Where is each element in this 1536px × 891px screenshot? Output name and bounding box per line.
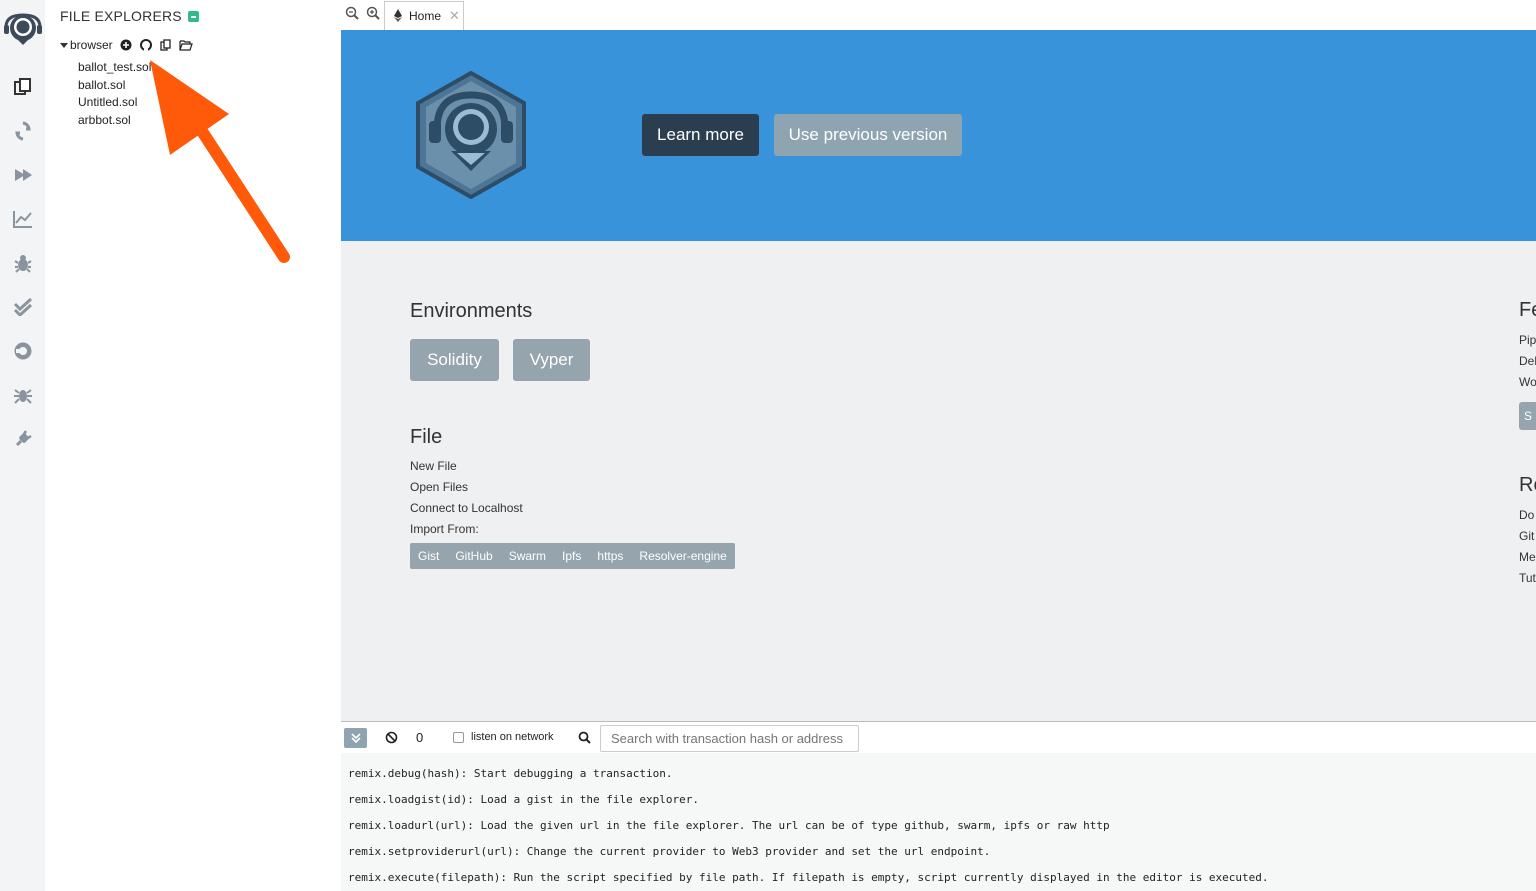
import-gist-button[interactable]: Gist: [410, 549, 447, 563]
deploy-icon[interactable]: [12, 164, 34, 186]
pending-tx-count: 0: [416, 730, 424, 745]
file-explorer-panel: FILE EXPLORERS browser ballot_test.sol b…: [45, 0, 341, 891]
file-item[interactable]: ballot_test.sol: [78, 59, 151, 77]
listen-checkbox[interactable]: [453, 731, 464, 743]
terminal-output: remix.debug(hash): Start debugging a tra…: [341, 753, 1536, 891]
panel-title: FILE EXPLORERS: [60, 8, 199, 24]
import-ipfs-button[interactable]: Ipfs: [554, 549, 589, 563]
zoom-out-icon[interactable]: [344, 5, 360, 21]
plugin-manager-icon[interactable]: [12, 428, 34, 450]
file-item[interactable]: Untitled.sol: [78, 94, 151, 112]
remix-hex-logo-icon: [416, 71, 526, 199]
plugin-bug-icon[interactable]: [12, 384, 34, 406]
terminal-toggle-button[interactable]: [344, 728, 367, 748]
double-chevron-down-icon: [350, 733, 361, 744]
zoom-in-icon[interactable]: [365, 5, 381, 21]
browser-folder-row[interactable]: browser: [60, 38, 193, 52]
terminal-line: remix.setproviderurl(url): Change the cu…: [348, 845, 991, 858]
copy-icon[interactable]: [159, 38, 173, 52]
import-from-label: Import From:: [410, 522, 479, 536]
environments-heading: Environments: [410, 300, 533, 322]
file-explorer-icon[interactable]: [12, 76, 34, 98]
use-previous-version-button[interactable]: Use previous version: [774, 114, 962, 156]
resources-item[interactable]: Do: [1519, 508, 1536, 522]
close-icon[interactable]: ✕: [449, 8, 460, 24]
terminal-line: remix.debug(hash): Start debugging a tra…: [348, 767, 673, 780]
listen-label: listen on network: [471, 731, 554, 743]
clear-terminal-icon[interactable]: [385, 731, 398, 744]
import-swarm-button[interactable]: Swarm: [501, 549, 554, 563]
analysis-icon[interactable]: [12, 208, 34, 230]
featured-button[interactable]: S: [1519, 402, 1536, 430]
file-list: ballot_test.sol ballot.sol Untitled.sol …: [78, 59, 151, 129]
browser-folder-label[interactable]: browser: [70, 38, 113, 52]
import-sources-bar: Gist GitHub Swarm Ipfs https Resolver-en…: [410, 543, 735, 569]
search-icon: [578, 731, 591, 744]
icon-panel: [0, 0, 45, 891]
file-heading: File: [410, 426, 443, 448]
home-hero: Learn more Use previous version: [341, 30, 1536, 241]
solidity-button[interactable]: Solidity: [410, 339, 499, 381]
terminal-line: remix.loadgist(id): Load a gist in the f…: [348, 793, 699, 806]
learn-more-button[interactable]: Learn more: [642, 114, 759, 156]
open-files-link[interactable]: Open Files: [410, 480, 468, 494]
listen-network-toggle[interactable]: listen on network: [453, 731, 554, 743]
featured-item[interactable]: Wo: [1519, 375, 1536, 389]
resources-item[interactable]: Git: [1519, 529, 1536, 543]
terminal-toolbar: 0 listen on network: [341, 721, 1536, 753]
resources-item[interactable]: Tut: [1519, 571, 1536, 585]
panel-badge-icon: [187, 11, 199, 22]
new-file-link[interactable]: New File: [410, 459, 457, 473]
import-resolver-engine-button[interactable]: Resolver-engine: [631, 549, 734, 563]
resources-heading: Re: [1519, 474, 1536, 496]
import-github-button[interactable]: GitHub: [447, 549, 500, 563]
connect-localhost-link[interactable]: Connect to Localhost: [410, 501, 523, 515]
vyper-button[interactable]: Vyper: [513, 339, 590, 381]
remix-logo-icon[interactable]: [3, 12, 43, 48]
caret-down-icon[interactable]: [60, 42, 68, 48]
file-item[interactable]: ballot.sol: [78, 77, 151, 95]
tab-bar: Home ✕: [341, 0, 1536, 30]
open-folder-icon[interactable]: [179, 38, 193, 52]
github-icon[interactable]: [139, 38, 153, 52]
create-file-icon[interactable]: [119, 38, 133, 52]
tab-home-label[interactable]: Home: [409, 9, 441, 23]
featured-item[interactable]: Pip: [1519, 333, 1536, 347]
tab-home[interactable]: Home ✕: [384, 1, 464, 30]
support-icon[interactable]: [12, 340, 34, 362]
main-panel: Home ✕ Learn more Use previous version E…: [341, 0, 1536, 891]
file-item[interactable]: arbbot.sol: [78, 112, 151, 130]
debugger-icon[interactable]: [12, 252, 34, 274]
compiler-icon[interactable]: [12, 120, 34, 142]
featured-heading: Fe: [1519, 299, 1536, 321]
ethereum-icon: [394, 9, 402, 22]
test-icon[interactable]: [12, 296, 34, 318]
featured-item[interactable]: Del: [1519, 354, 1536, 368]
resources-item[interactable]: Me: [1519, 550, 1536, 564]
transaction-search-input[interactable]: [600, 725, 859, 752]
terminal-line: remix.execute(filepath): Run the script …: [348, 871, 1269, 884]
terminal-line: remix.loadurl(url): Load the given url i…: [348, 819, 1110, 832]
import-https-button[interactable]: https: [589, 549, 631, 563]
panel-title-text: FILE EXPLORERS: [60, 8, 182, 24]
